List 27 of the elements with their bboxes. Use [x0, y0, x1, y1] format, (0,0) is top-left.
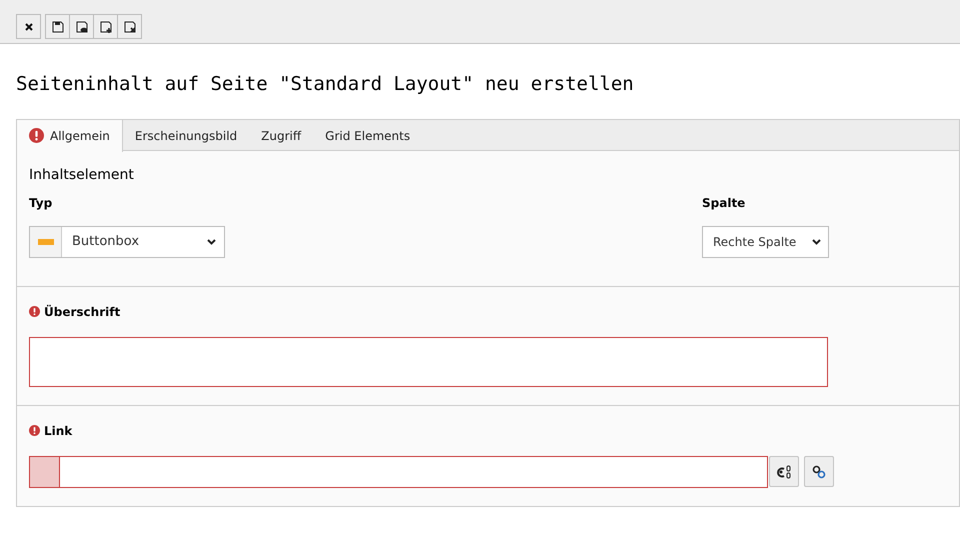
link-field[interactable] — [29, 456, 768, 488]
error-icon — [29, 128, 44, 143]
save-button[interactable] — [45, 14, 70, 39]
tab[interactable]: Erscheinungsbild — [122, 120, 250, 152]
button-type-icon — [38, 238, 54, 244]
tab[interactable]: Grid Elements — [313, 120, 422, 152]
column-select[interactable]: Rechte Spalte — [702, 226, 829, 258]
field-label: Spalte — [702, 194, 746, 212]
heading-input[interactable] — [29, 336, 828, 386]
field-label: Überschrift — [44, 304, 120, 320]
link-button[interactable] — [804, 456, 834, 487]
page-title: Seiteninhalt auf Seite "Standard Layout" neu erstellen — [16, 72, 635, 97]
tab[interactable]: Zugriff — [249, 120, 314, 152]
chevron-icon — [812, 238, 821, 244]
link-browser-icon — [776, 464, 792, 478]
tab[interactable]: Allgemein — [17, 120, 123, 152]
chain-link-icon — [812, 464, 826, 478]
chevron-icon — [207, 238, 216, 244]
save-view-button[interactable] — [69, 14, 94, 39]
field-label: Link — [44, 422, 72, 440]
type-select[interactable]: Buttonbox — [29, 226, 225, 258]
field-label: Typ — [29, 194, 54, 212]
link-browser-button[interactable] — [769, 456, 799, 487]
section-heading: Inhaltselement — [29, 166, 135, 184]
close-button[interactable] — [16, 14, 41, 39]
save-new-button[interactable] — [93, 14, 118, 39]
save-close-button[interactable] — [117, 14, 142, 39]
